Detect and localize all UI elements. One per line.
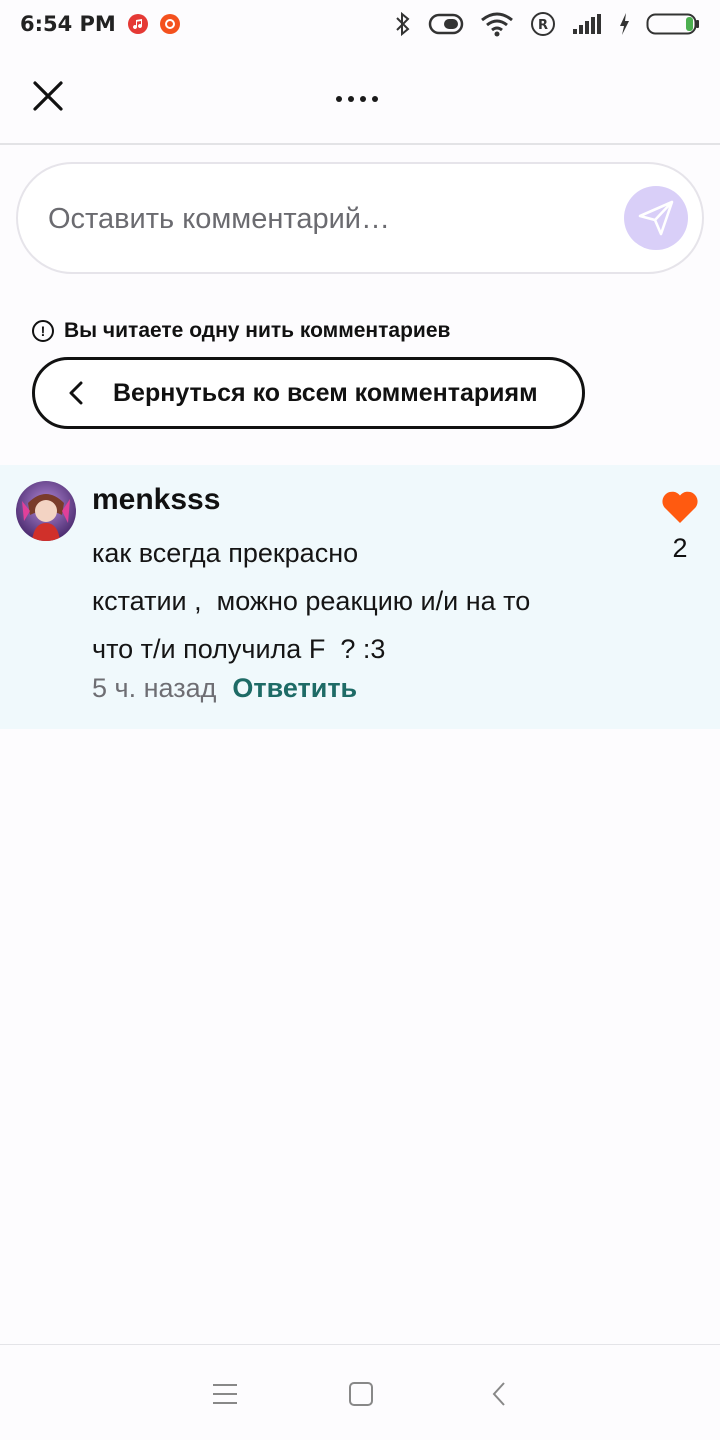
- back-to-all-comments-button[interactable]: Вернуться ко всем комментариям: [32, 357, 585, 429]
- svg-text:R: R: [538, 18, 548, 33]
- app-icon: [159, 14, 180, 34]
- status-time: 6:54 PM: [20, 12, 116, 36]
- back-button[interactable]: [484, 1379, 514, 1409]
- comment-input-box[interactable]: Оставить комментарий…: [16, 162, 704, 274]
- vibrate-icon: [428, 12, 464, 36]
- close-button[interactable]: [28, 76, 68, 116]
- battery-icon: [646, 12, 700, 36]
- home-icon: [349, 1382, 373, 1406]
- thread-notice: ! Вы читаете одну нить комментариев: [32, 316, 450, 346]
- like-count: 2: [672, 533, 688, 563]
- menu-icon: [213, 1384, 237, 1404]
- more-options-button[interactable]: [330, 84, 384, 114]
- roaming-icon: R: [530, 11, 556, 37]
- music-icon: [127, 14, 148, 34]
- navigation-bar: [0, 1344, 720, 1440]
- comment-timestamp: 5 ч. назад: [92, 673, 217, 703]
- thread-notice-text: Вы читаете одну нить комментариев: [64, 319, 451, 342]
- info-icon: !: [32, 320, 54, 342]
- back-to-all-comments-label: Вернуться ко всем комментариям: [113, 378, 538, 407]
- comment-line: что т/и получила F ? :3: [92, 634, 386, 664]
- header: [0, 48, 720, 145]
- chevron-left-icon: [69, 381, 83, 405]
- avatar[interactable]: [16, 481, 76, 541]
- more-icon: [336, 96, 342, 102]
- status-bar: 6:54 PM R: [0, 0, 720, 48]
- send-icon: [638, 200, 674, 236]
- comment-text: как всегда прекрасно кстатии , можно реа…: [92, 529, 632, 673]
- like-button[interactable]: [660, 487, 700, 527]
- reply-button[interactable]: Ответить: [232, 673, 357, 704]
- signal-icon: [572, 13, 602, 35]
- home-button[interactable]: [346, 1379, 376, 1409]
- bluetooth-icon: [394, 11, 412, 37]
- charging-icon: [618, 12, 630, 36]
- send-button[interactable]: [624, 186, 688, 250]
- comment-line: как всегда прекрасно: [92, 538, 359, 568]
- menu-button[interactable]: [210, 1379, 240, 1409]
- comment-line: кстатии , можно реакцию и/и на то: [92, 586, 531, 616]
- comment-username[interactable]: menksss: [92, 483, 220, 517]
- wifi-icon: [480, 11, 514, 37]
- back-icon: [492, 1382, 505, 1406]
- close-icon: [33, 81, 63, 111]
- comment-meta: 5 ч. назад Ответить: [92, 673, 357, 704]
- comment-input[interactable]: Оставить комментарий…: [48, 194, 608, 244]
- heart-icon: [662, 491, 698, 523]
- comment: menksss как всегда прекрасно кстатии , м…: [0, 465, 720, 729]
